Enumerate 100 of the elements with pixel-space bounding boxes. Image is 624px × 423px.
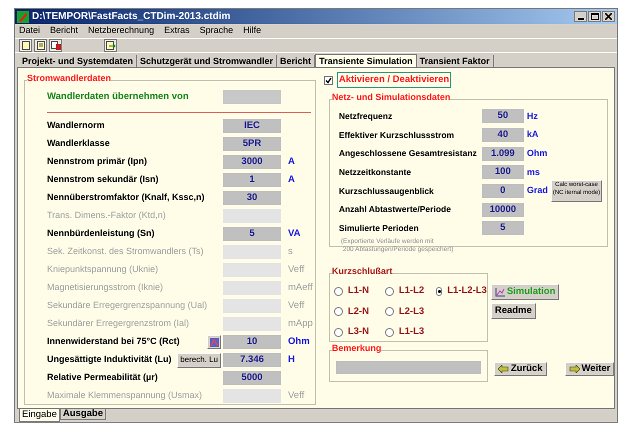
input-field[interactable]: 10 (223, 335, 281, 349)
tab[interactable]: Transiente Simulation (315, 54, 417, 67)
input-field[interactable] (223, 281, 281, 295)
unit-label: s (288, 244, 293, 259)
menu-item[interactable]: Sprache (200, 24, 234, 38)
maximize-button[interactable] (588, 11, 601, 22)
tab[interactable]: Schutzgerät und Stromwandler (137, 55, 278, 67)
field-label: Angeschlossene Gesamtresistanz (338, 147, 478, 160)
tab[interactable]: Transient Faktor (416, 55, 494, 67)
unit-label: H (288, 352, 295, 367)
radio-button[interactable] (436, 286, 442, 296)
input-field[interactable]: IEC (223, 119, 281, 133)
radio-option[interactable]: L3-N (334, 325, 385, 340)
radio-option[interactable]: L1-L2 (384, 284, 436, 298)
radio-button[interactable] (334, 286, 343, 296)
input-field[interactable] (223, 263, 281, 277)
chart-icon (210, 338, 218, 346)
tab[interactable]: Eingabe (19, 409, 60, 422)
unit-label: Hz (526, 110, 539, 123)
field-label: Ungesättigte Induktivität (Lu) (47, 353, 172, 366)
input-field[interactable] (223, 209, 281, 223)
input-field[interactable]: 3000 (223, 155, 281, 169)
input-field[interactable]: 5PR (223, 137, 281, 151)
unit-label: Veff (288, 388, 304, 403)
export-icon[interactable] (104, 38, 117, 52)
checkbox[interactable] (324, 76, 333, 84)
radio-button[interactable] (384, 328, 394, 337)
input-field[interactable] (223, 299, 281, 313)
input-field[interactable]: 1 (223, 173, 281, 187)
radio-button[interactable] (384, 286, 394, 296)
unit-label: kA (526, 128, 540, 142)
minimize-button[interactable] (574, 11, 587, 22)
unit-label: mApp (288, 316, 313, 331)
checkbox-label[interactable]: Aktivieren / Deaktivieren (336, 72, 452, 88)
radio-button[interactable] (334, 307, 343, 316)
unit-label: Ohm (288, 334, 310, 349)
field-label: Sekundäre Erregergrenzspannung (Ual) (47, 299, 208, 312)
menu-item[interactable]: Datei (19, 24, 40, 38)
back-button[interactable]: Zurück (494, 362, 547, 376)
input-field[interactable]: 30 (223, 191, 281, 205)
right-arrow-icon (568, 365, 580, 373)
radio-option[interactable]: L2-N (334, 304, 385, 319)
field-label: Relative Permeabilität (µr) (47, 371, 158, 384)
input-field[interactable]: 5000 (223, 371, 281, 385)
field-label: Effektiver Kurzschlussstrom (338, 128, 456, 142)
app-icon (17, 10, 29, 22)
input-field[interactable] (223, 245, 281, 259)
input-field[interactable]: 5 (223, 227, 281, 241)
unit-label: Veff (288, 262, 304, 277)
open-document-icon[interactable] (34, 38, 47, 52)
field-label: Kurzschlussaugenblick (338, 184, 435, 198)
field-label: Wandlerklasse (47, 137, 110, 150)
radio-option[interactable]: L1-L2-L3 (436, 284, 487, 298)
input-field[interactable]: 100 (482, 165, 524, 180)
radio-button[interactable] (334, 328, 343, 337)
next-button[interactable]: Weiter (564, 362, 614, 376)
new-document-icon[interactable] (19, 38, 32, 52)
field-label: Maximale Klemmenspannung (Usmax) (47, 389, 202, 402)
section-title: Netz- und Simulationsdaten (332, 93, 450, 102)
input-field[interactable] (223, 389, 281, 403)
radio-option[interactable]: L1-L3 (384, 325, 436, 340)
calculate-button[interactable]: berech. Lu (177, 352, 221, 368)
radio-option[interactable]: L2-L3 (384, 304, 436, 319)
chart-icon (494, 288, 505, 296)
input-field[interactable]: 10000 (482, 202, 524, 217)
radio-option[interactable]: L1-N (334, 284, 385, 298)
menu-item[interactable]: Bericht (50, 24, 78, 38)
save-document-icon[interactable] (49, 38, 62, 52)
remark-field[interactable] (336, 361, 481, 374)
field-label: Netzzeitkonstante (338, 166, 412, 179)
input-field[interactable]: 1.099 (482, 146, 524, 161)
field-label: Sekundärer Erregergrenzstrom (Ial) (47, 317, 190, 330)
field-label: Sek. Zeitkonst. des Stromwandlers (Ts) (47, 245, 204, 258)
close-button[interactable] (602, 11, 615, 22)
readme-button[interactable]: Readme (490, 303, 536, 319)
unit-label: A (288, 172, 295, 187)
input-field[interactable]: 40 (482, 128, 524, 142)
input-field[interactable]: 50 (482, 109, 524, 124)
menu-item[interactable]: Netzberechnung (88, 24, 154, 38)
input-field[interactable] (223, 317, 281, 331)
menu-item[interactable]: Hilfe (243, 24, 262, 38)
unit-label: Veff (288, 298, 304, 313)
field-label: Nennstrom primär (Ipn) (47, 155, 148, 168)
source-field[interactable] (223, 90, 281, 104)
unit-label: ms (526, 166, 541, 179)
input-field[interactable]: 5 (482, 221, 524, 236)
window-title: D:\TEMPOR\FastFacts_CTDim-2013.ctdim (32, 10, 230, 24)
field-label: Anzahl Abtastwerte/Periode (338, 203, 452, 216)
field-label: Nennbürdenleistung (Sn) (47, 227, 154, 240)
menu-item[interactable]: Extras (164, 24, 190, 38)
section-title: Bemerkung (332, 344, 382, 353)
tab[interactable]: Ausgabe (60, 409, 106, 420)
chart-button[interactable] (207, 335, 221, 349)
left-arrow-icon (498, 365, 509, 373)
input-field[interactable]: 7.346 (223, 353, 281, 367)
section-title: Stromwandlerdaten (27, 74, 112, 83)
field-label: Magnetisierungsstrom (Iknie) (47, 281, 164, 294)
input-field[interactable]: 0 (482, 184, 524, 198)
field-label: Trans. Dimens.-Faktor (Ktd,n) (47, 209, 166, 222)
radio-button[interactable] (384, 307, 394, 316)
